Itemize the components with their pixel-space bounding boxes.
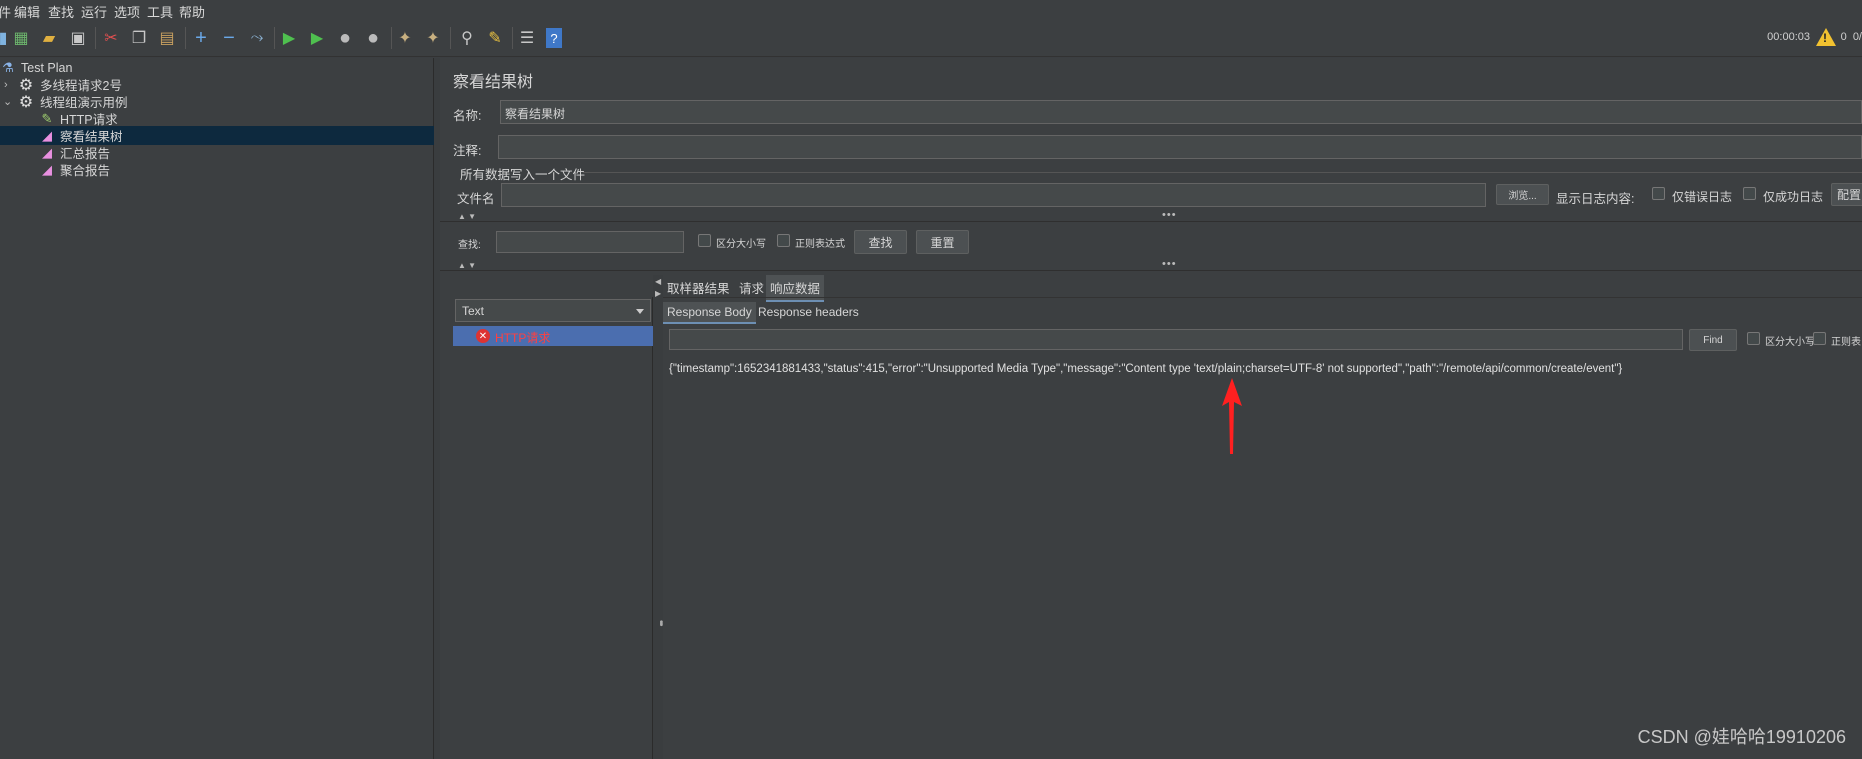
- collapse-arrows-icon[interactable]: ▲ ▼: [458, 261, 476, 270]
- warning-count: 0: [1840, 31, 1847, 43]
- success-only-checkbox[interactable]: [1743, 187, 1756, 200]
- listener-icon: ◢: [42, 127, 52, 143]
- section-border: [583, 172, 1862, 173]
- test-plan-icon: ⚗: [2, 59, 14, 75]
- response-body-text[interactable]: {"timestamp":1652341881433,"status":415,…: [669, 363, 1622, 375]
- response-regex-label: 正则表: [1831, 337, 1861, 348]
- name-label: 名称:: [453, 109, 482, 123]
- listener-icon: ◢: [42, 161, 52, 177]
- filename-label: 文件名: [457, 192, 495, 206]
- tab-divider: [663, 297, 1862, 298]
- menu-bar: 件 编辑 查找 运行 选项 工具 帮助: [0, 0, 1862, 20]
- response-case-label: 区分大小写: [1765, 337, 1815, 348]
- errors-only-label: 仅错误日志: [1672, 190, 1733, 204]
- copy-icon[interactable]: ❐: [128, 27, 150, 49]
- tree-item-aggregate-report[interactable]: ◢ 聚合报告: [0, 160, 434, 179]
- left-arrow-icon[interactable]: ◀: [655, 277, 661, 286]
- sample-result-list: Text ✕ HTTP请求: [453, 297, 653, 759]
- comment-label: 注释:: [453, 144, 482, 158]
- listener-icon: ◢: [42, 144, 52, 160]
- test-plan-tree: ⚗ Test Plan › ⚙ 多线程请求2号 ⌄ ⚙ 线程组演示用例 ✎ HT…: [0, 58, 434, 759]
- response-find-button[interactable]: Find: [1689, 329, 1737, 351]
- http-sampler-icon: ✎: [41, 110, 53, 126]
- log-display-label: 显示日志内容:: [1556, 192, 1635, 206]
- start-icon[interactable]: ▶: [278, 27, 300, 49]
- result-item-label: HTTP请求: [495, 331, 551, 345]
- file-section-title: 所有数据写入一个文件: [460, 168, 586, 182]
- shutdown-icon[interactable]: ●: [362, 27, 384, 49]
- regex-checkbox[interactable]: [777, 234, 790, 247]
- search-icon[interactable]: ⚲: [456, 27, 478, 49]
- thread-count: 0 0/: [1841, 31, 1862, 43]
- configure-button[interactable]: 配置: [1831, 183, 1862, 206]
- save-icon[interactable]: ▣: [67, 27, 89, 49]
- response-regex-checkbox[interactable]: [1813, 332, 1826, 345]
- renderer-select[interactable]: Text: [455, 299, 651, 322]
- annotation-arrow-icon: [1222, 378, 1242, 454]
- warning-icon[interactable]: [1816, 28, 1836, 46]
- splitter-handle-icon[interactable]: •••: [1162, 209, 1177, 221]
- results-splitter[interactable]: ◀ ▶ •••: [653, 275, 666, 759]
- open-icon[interactable]: ▰: [38, 27, 60, 49]
- toolbar-separator: [391, 27, 392, 49]
- toolbar-separator: [95, 27, 96, 49]
- reset-button[interactable]: 重置: [916, 230, 969, 254]
- renderer-value: Text: [462, 304, 485, 318]
- success-only-label: 仅成功日志: [1763, 190, 1824, 204]
- help-icon[interactable]: ?: [546, 28, 562, 48]
- elapsed-timer: 00:00:03: [1767, 31, 1810, 43]
- response-find-input[interactable]: [669, 329, 1683, 350]
- error-shield-icon: ✕: [476, 329, 490, 343]
- errors-only-checkbox[interactable]: [1652, 187, 1665, 200]
- collapse-arrows-icon[interactable]: ▲ ▼: [458, 212, 476, 221]
- tree-item-label: 聚合报告: [60, 164, 111, 178]
- start-no-pause-icon[interactable]: ▶: [306, 27, 328, 49]
- watermark: CSDN @娃哈哈19910206: [1637, 727, 1846, 747]
- toolbar-separator: [274, 27, 275, 49]
- reset-search-icon[interactable]: ✎: [484, 27, 506, 49]
- result-detail-panel: 取样器结果 请求 响应数据 Response Body Response hea…: [663, 275, 1862, 759]
- clear-icon[interactable]: ✦: [394, 27, 416, 49]
- thread-group-icon: ⚙: [18, 93, 34, 111]
- collapse-arrow-icon[interactable]: ⌄: [3, 95, 12, 108]
- subtab-response-headers[interactable]: Response headers: [754, 302, 863, 322]
- new-template-icon[interactable]: ▦: [10, 27, 32, 49]
- result-item-http-request[interactable]: ✕ HTTP请求: [453, 326, 653, 346]
- divider: [440, 270, 1862, 271]
- browse-button[interactable]: 浏览...: [1496, 184, 1549, 205]
- find-button[interactable]: 查找: [854, 230, 907, 254]
- comment-input[interactable]: [498, 135, 1862, 159]
- subtab-response-body[interactable]: Response Body: [663, 302, 756, 324]
- panel-title: 察看结果树: [453, 74, 534, 91]
- stop-icon[interactable]: ●: [334, 27, 356, 49]
- case-sensitive-checkbox[interactable]: [698, 234, 711, 247]
- expand-arrow-icon[interactable]: ›: [4, 79, 8, 91]
- right-arrow-icon[interactable]: ▶: [655, 289, 661, 298]
- divider: [440, 221, 1862, 222]
- add-icon[interactable]: +: [190, 27, 212, 49]
- search-label: 查找:: [458, 240, 481, 251]
- response-case-checkbox[interactable]: [1747, 332, 1760, 345]
- toolbar-separator: [450, 27, 451, 49]
- toolbar: ▮ ▦ ▰ ▣ ✂ ❐ ▤ + − ⤳ ▶ ▶ ● ● ✦ ✦ ⚲ ✎ ☰ ? …: [0, 19, 1862, 57]
- cut-icon[interactable]: ✂: [100, 27, 122, 49]
- tree-item-label: Test Plan: [21, 60, 73, 75]
- remove-icon[interactable]: −: [218, 27, 240, 49]
- thread-group-icon: ⚙: [18, 76, 34, 94]
- splitter-handle-icon[interactable]: •••: [1162, 258, 1177, 270]
- active-threads: 0/: [1852, 31, 1862, 43]
- paste-icon[interactable]: ▤: [156, 27, 178, 49]
- filename-input[interactable]: [501, 183, 1486, 207]
- clear-all-icon[interactable]: ✦: [422, 27, 444, 49]
- case-sensitive-label: 区分大小写: [716, 239, 766, 250]
- name-input[interactable]: 察看结果树: [500, 100, 1862, 124]
- search-input[interactable]: [496, 231, 684, 253]
- regex-label: 正则表达式: [795, 239, 845, 250]
- chevron-down-icon: [636, 309, 644, 314]
- function-helper-icon[interactable]: ☰: [516, 27, 538, 49]
- toolbar-separator: [185, 27, 186, 49]
- toggle-icon[interactable]: ⤳: [246, 27, 268, 49]
- toolbar-separator: [512, 27, 513, 49]
